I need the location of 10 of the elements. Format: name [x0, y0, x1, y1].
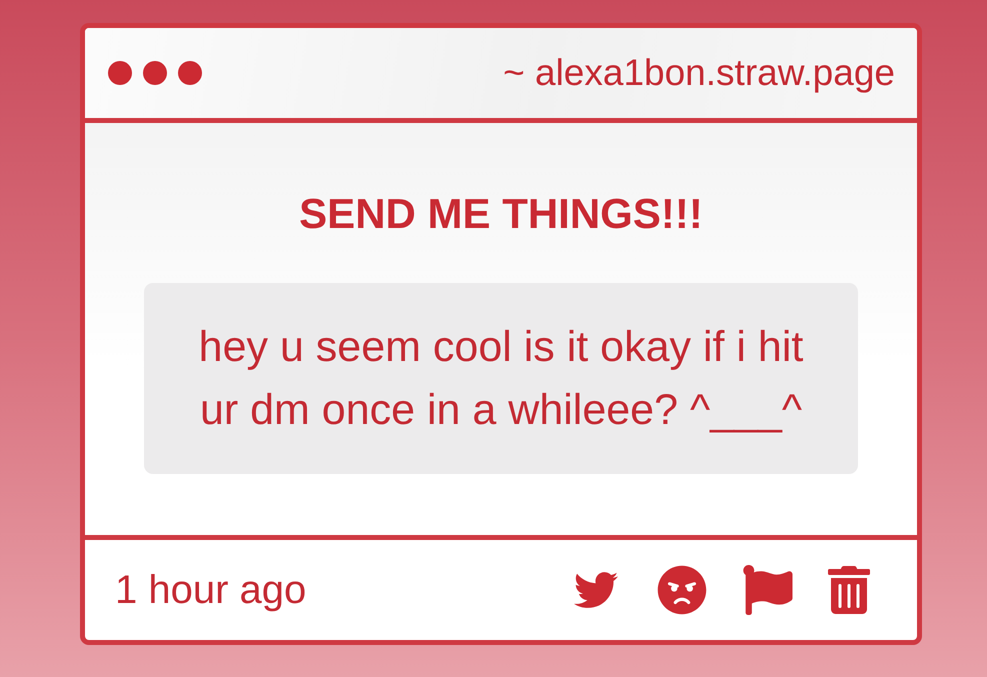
page-address: ~ alexa1bon.straw.page [503, 51, 895, 95]
flag-icon[interactable] [742, 565, 793, 615]
dot-icon [143, 61, 167, 85]
message-text: hey u seem cool is it okay if i hit ur dm once in a whileee? ^___^ [198, 322, 804, 436]
dot-icon [108, 61, 132, 85]
angry-face-icon[interactable] [657, 565, 707, 615]
dot-icon [178, 61, 202, 85]
trash-icon[interactable] [828, 566, 870, 614]
time-label: 1 hour ago [115, 567, 306, 614]
prompt-title: SEND ME THINGS!!! [299, 189, 703, 239]
